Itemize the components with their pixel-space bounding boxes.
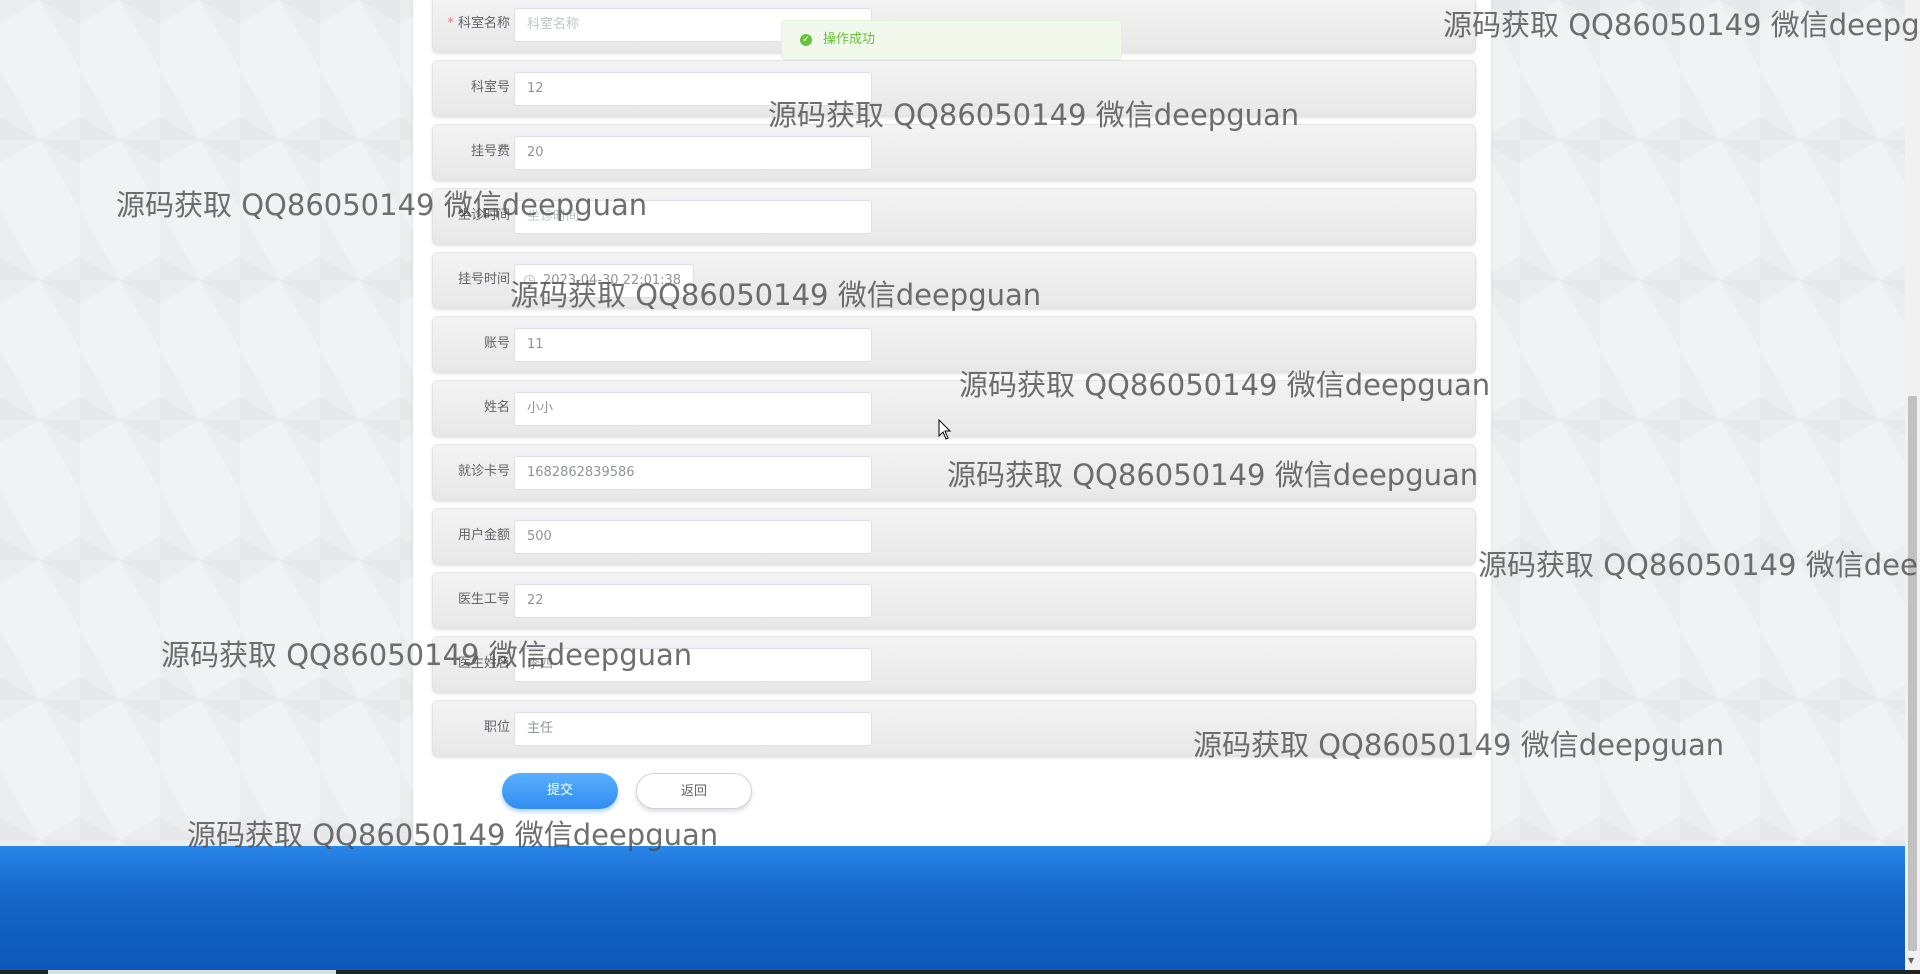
scrollbar-thumb[interactable] [1908,396,1917,951]
consultation-time-label: 坐诊时间 [457,208,510,223]
form-row-registration-fee: 挂号费 20 [432,124,1476,180]
mouse-cursor-icon [938,419,952,440]
registration-time-picker[interactable]: 2023-04-30 22:01:38 [514,264,694,298]
form-row-card-number: 就诊卡号 1682862839586 [432,444,1476,500]
doctor-id-label: 医生工号 [457,592,510,607]
scroll-down-arrow-icon[interactable]: ▼ [1908,956,1914,965]
form-row-consultation-time: 坐诊时间 坐诊时间 [432,188,1476,244]
toast-message: 操作成功 [823,32,876,47]
registration-fee-label: 挂号费 [470,144,510,159]
form-row-account: 账号 11 [432,316,1476,372]
form-row-department-number: 科室号 12 [432,60,1476,116]
registration-time-value: 2023-04-30 22:01:38 [543,273,682,288]
submit-button[interactable]: 提交 [502,773,618,809]
form-row-position: 职位 主任 [432,700,1476,756]
department-number-input[interactable]: 12 [514,72,872,106]
doctor-id-input[interactable]: 22 [514,584,872,618]
department-number-label: 科室号 [470,80,510,95]
account-label: 账号 [483,336,510,351]
registration-time-label: 挂号时间 [457,272,510,287]
taskbar-item[interactable] [48,970,336,974]
form-row-user-balance: 用户金额 500 [432,508,1476,564]
position-label: 职位 [483,720,510,735]
footer-bar [0,846,1905,970]
name-input[interactable]: 小小 [514,392,872,426]
watermark: 源码获取 QQ86050149 微信deepguan [1443,8,1920,42]
position-input[interactable]: 主任 [514,712,872,746]
account-input[interactable]: 11 [514,328,872,362]
watermark: 源码获取 QQ86050149 微信deepguan [1478,548,1920,582]
check-circle-icon: ✓ [800,34,812,46]
card-number-input[interactable]: 1682862839586 [514,456,872,490]
form-row-name: 姓名 小小 [432,380,1476,436]
form-row-doctor-id: 医生工号 22 [432,572,1476,628]
clock-icon [524,275,535,286]
card-number-label: 就诊卡号 [457,464,510,479]
form-row-registration-time: 挂号时间 2023-04-30 22:01:38 [432,252,1476,308]
consultation-time-input[interactable]: 坐诊时间 [514,200,872,234]
department-name-label: 科室名称 [457,16,510,31]
doctor-name-input[interactable]: 李四 [514,648,872,682]
form-row-doctor-name: 医生姓名 李四 [432,636,1476,692]
doctor-name-label: 医生姓名 [457,656,510,671]
success-toast: ✓ 操作成功 [781,20,1122,60]
back-button[interactable]: 返回 [636,773,752,809]
name-label: 姓名 [483,400,510,415]
registration-fee-input[interactable]: 20 [514,136,872,170]
user-balance-input[interactable]: 500 [514,520,872,554]
user-balance-label: 用户金额 [457,528,510,543]
